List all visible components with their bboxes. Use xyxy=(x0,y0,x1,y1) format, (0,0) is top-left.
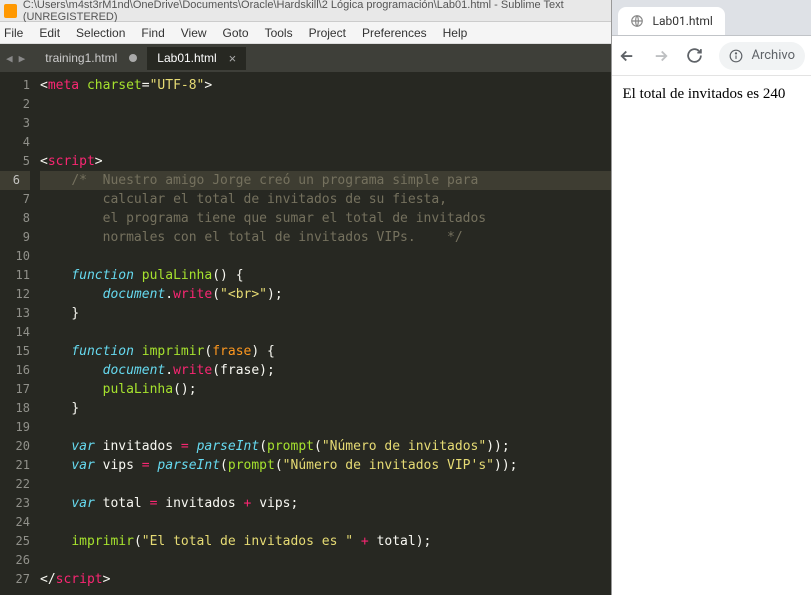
tab-nav: ◀ ▶ xyxy=(6,52,25,65)
line-number: 23 xyxy=(0,494,30,513)
code-line[interactable]: imprimir("El total de invitados es " + t… xyxy=(40,532,611,551)
tab-bar: ◀ ▶ training1.html Lab01.html × xyxy=(0,44,611,72)
line-number: 1 xyxy=(0,76,30,95)
code-line[interactable]: function imprimir(frase) { xyxy=(40,342,611,361)
url-bar[interactable]: Archivo xyxy=(719,42,805,70)
menu-project[interactable]: Project xyxy=(309,26,346,40)
menu-bar: File Edit Selection Find View Goto Tools Projec… xyxy=(0,22,611,44)
close-tab-icon[interactable]: × xyxy=(229,51,237,66)
chrome-browser: Lab01.html Archivo El total de invitados… xyxy=(611,0,811,595)
forward-icon[interactable] xyxy=(652,47,670,65)
line-number: 16 xyxy=(0,361,30,380)
code-line[interactable]: } xyxy=(40,304,611,323)
browser-content: El total de invitados es 240 xyxy=(612,76,811,595)
code-line[interactable]: var total = invitados + vips; xyxy=(40,494,611,513)
line-number: 2 xyxy=(0,95,30,114)
menu-edit[interactable]: Edit xyxy=(39,26,60,40)
line-number: 5 xyxy=(0,152,30,171)
menu-goto[interactable]: Goto xyxy=(223,26,249,40)
code-line[interactable] xyxy=(40,513,611,532)
line-gutter: 1234567891011121314151617181920212223242… xyxy=(0,72,40,595)
code-line[interactable] xyxy=(40,114,611,133)
code-line[interactable] xyxy=(40,95,611,114)
prev-tab-icon[interactable]: ◀ xyxy=(6,52,13,65)
sublime-editor: C:\Users\m4st3rM1nd\OneDrive\Documents\O… xyxy=(0,0,611,595)
code-line[interactable]: <script> xyxy=(40,152,611,171)
browser-tab-bar: Lab01.html xyxy=(612,0,811,36)
browser-tab-title: Lab01.html xyxy=(652,14,712,28)
menu-tools[interactable]: Tools xyxy=(265,26,293,40)
menu-view[interactable]: View xyxy=(181,26,207,40)
modified-dot-icon xyxy=(129,54,137,62)
page-icon xyxy=(630,14,644,28)
menu-help[interactable]: Help xyxy=(443,26,468,40)
code-area: 1234567891011121314151617181920212223242… xyxy=(0,72,611,595)
code-line[interactable]: document.write("<br>"); xyxy=(40,285,611,304)
line-number: 7 xyxy=(0,190,30,209)
code-line[interactable]: el programa tiene que sumar el total de … xyxy=(40,209,611,228)
code-line[interactable]: document.write(frase); xyxy=(40,361,611,380)
code-line[interactable] xyxy=(40,475,611,494)
line-number: 27 xyxy=(0,570,30,589)
menu-selection[interactable]: Selection xyxy=(76,26,125,40)
url-text: Archivo xyxy=(751,48,795,63)
line-number: 22 xyxy=(0,475,30,494)
line-number: 24 xyxy=(0,513,30,532)
output-text: El total de invitados es 240 xyxy=(622,86,785,102)
line-number: 4 xyxy=(0,133,30,152)
line-number: 18 xyxy=(0,399,30,418)
line-number: 8 xyxy=(0,209,30,228)
line-number: 19 xyxy=(0,418,30,437)
line-number: 25 xyxy=(0,532,30,551)
code-line[interactable]: var invitados = parseInt(prompt("Número … xyxy=(40,437,611,456)
code-line[interactable]: pulaLinha(); xyxy=(40,380,611,399)
line-number: 9 xyxy=(0,228,30,247)
line-number: 14 xyxy=(0,323,30,342)
file-tab[interactable]: Lab01.html × xyxy=(147,47,246,70)
window-titlebar: C:\Users\m4st3rM1nd\OneDrive\Documents\O… xyxy=(0,0,611,22)
code-line[interactable]: normales con el total de invitados VIPs.… xyxy=(40,228,611,247)
line-number: 3 xyxy=(0,114,30,133)
code-line[interactable]: /* Nuestro amigo Jorge creó un programa … xyxy=(40,171,611,190)
code-line[interactable]: function pulaLinha() { xyxy=(40,266,611,285)
menu-file[interactable]: File xyxy=(4,26,23,40)
line-number: 12 xyxy=(0,285,30,304)
code-line[interactable]: } xyxy=(40,399,611,418)
code-content[interactable]: <meta charset="UTF-8"> <script> /* Nuest… xyxy=(40,72,611,595)
line-number: 10 xyxy=(0,247,30,266)
title-text: C:\Users\m4st3rM1nd\OneDrive\Documents\O… xyxy=(23,0,608,23)
browser-toolbar: Archivo xyxy=(612,36,811,76)
code-line[interactable]: var vips = parseInt(prompt("Número de in… xyxy=(40,456,611,475)
menu-preferences[interactable]: Preferences xyxy=(362,26,427,40)
line-number: 13 xyxy=(0,304,30,323)
reload-icon[interactable] xyxy=(686,47,703,64)
code-line[interactable] xyxy=(40,323,611,342)
code-line[interactable]: <meta charset="UTF-8"> xyxy=(40,76,611,95)
tab-label: Lab01.html xyxy=(157,51,216,65)
browser-tab[interactable]: Lab01.html xyxy=(618,7,724,35)
code-line[interactable] xyxy=(40,247,611,266)
line-number: 26 xyxy=(0,551,30,570)
line-number: 11 xyxy=(0,266,30,285)
menu-find[interactable]: Find xyxy=(141,26,164,40)
code-line[interactable]: calcular el total de invitados de su fie… xyxy=(40,190,611,209)
info-icon xyxy=(729,49,743,63)
sublime-icon xyxy=(4,4,17,18)
line-number: 6 xyxy=(0,171,30,190)
code-line[interactable]: </script> xyxy=(40,570,611,589)
next-tab-icon[interactable]: ▶ xyxy=(19,52,26,65)
tab-label: training1.html xyxy=(45,51,117,65)
file-tab[interactable]: training1.html xyxy=(35,47,147,70)
line-number: 15 xyxy=(0,342,30,361)
code-line[interactable] xyxy=(40,133,611,152)
back-icon[interactable] xyxy=(618,47,636,65)
line-number: 21 xyxy=(0,456,30,475)
code-line[interactable] xyxy=(40,551,611,570)
line-number: 20 xyxy=(0,437,30,456)
code-line[interactable] xyxy=(40,418,611,437)
line-number: 17 xyxy=(0,380,30,399)
